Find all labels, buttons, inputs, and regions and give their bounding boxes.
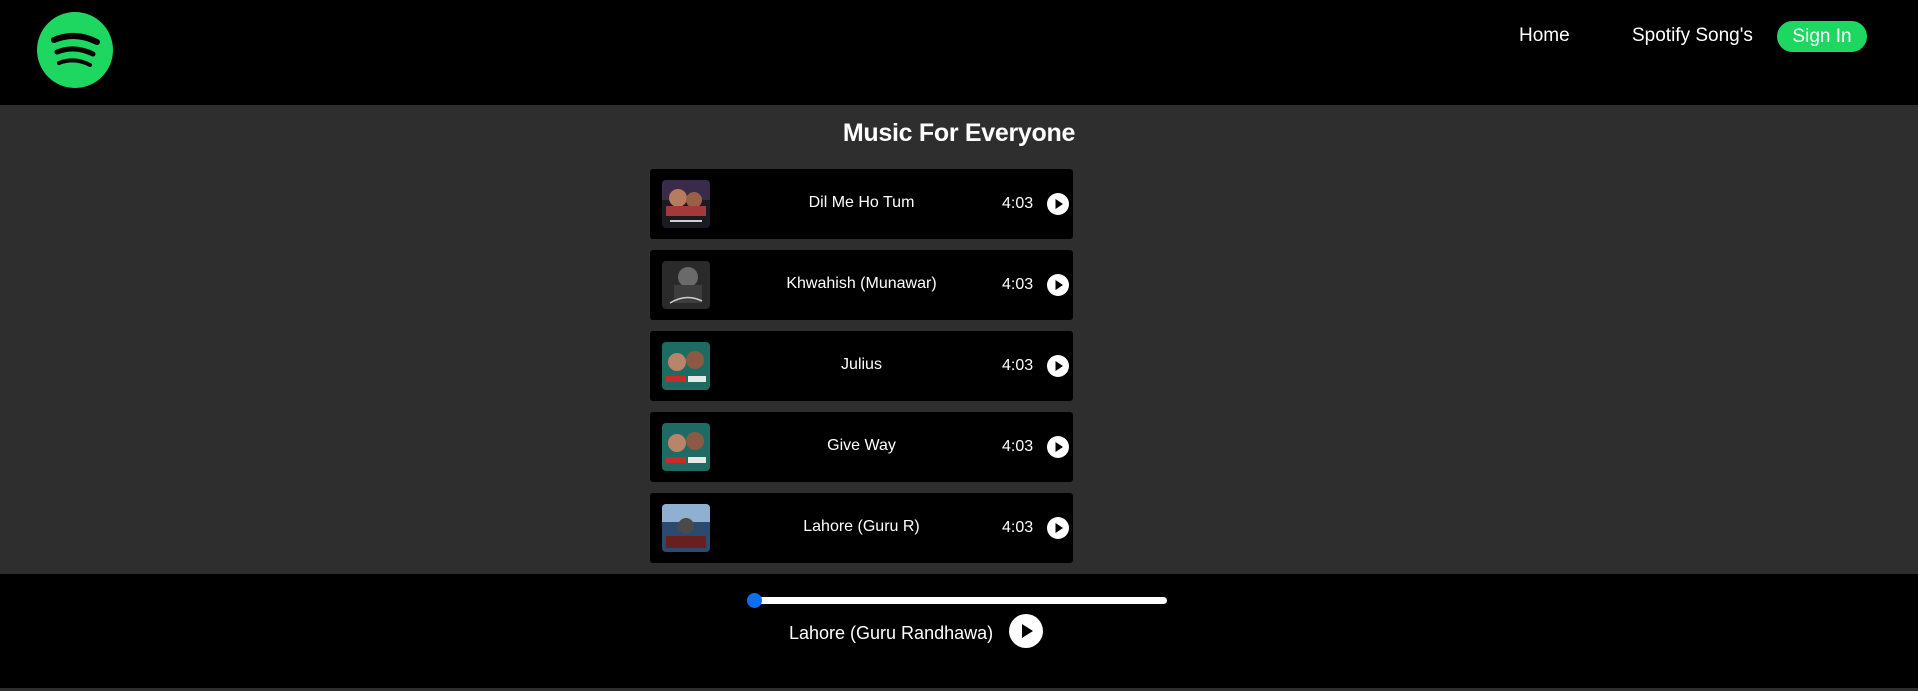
progress-slider[interactable] <box>747 593 1167 608</box>
song-item[interactable]: Give Way 4:03 <box>650 412 1073 482</box>
page-title: Music For Everyone <box>842 119 1076 147</box>
song-cover-image <box>662 423 710 471</box>
song-title: Dil Me Ho Tum <box>808 194 915 211</box>
nav-home-link[interactable]: Home <box>1519 24 1570 48</box>
spotify-logo-icon[interactable] <box>37 12 113 88</box>
main-content: Music For Everyone Dil Me Ho Tum 4:03 Kh… <box>0 105 1918 574</box>
song-list: Dil Me Ho Tum 4:03 Khwahish (Munawar) 4:… <box>650 169 1073 574</box>
play-circle-icon[interactable] <box>1047 274 1069 296</box>
song-duration: 4:03 <box>1002 519 1034 536</box>
song-cover-image <box>662 180 710 228</box>
player-bar: Lahore (Guru Randhawa) <box>0 574 1918 688</box>
song-cover-image <box>662 504 710 552</box>
song-title: Lahore (Guru R) <box>803 518 920 535</box>
song-duration: 4:03 <box>1002 438 1034 455</box>
song-title: Give Way <box>827 437 896 454</box>
song-cover-image <box>662 342 710 390</box>
sign-in-button[interactable]: Sign In <box>1777 21 1867 52</box>
song-duration: 4:03 <box>1002 195 1034 212</box>
nav-spotify-songs-link[interactable]: Spotify Song's <box>1632 24 1753 48</box>
navbar: Home Spotify Song's Sign In <box>0 0 1918 105</box>
song-item[interactable]: Lahore (Guru R) 4:03 <box>650 493 1073 563</box>
song-duration: 4:03 <box>1002 276 1034 293</box>
play-circle-icon[interactable] <box>1047 193 1069 215</box>
play-circle-icon[interactable] <box>1047 436 1069 458</box>
song-cover-image <box>662 261 710 309</box>
play-circle-icon[interactable] <box>1047 355 1069 377</box>
song-item[interactable]: Dil Me Ho Tum 4:03 <box>650 169 1073 239</box>
song-title: Khwahish (Munawar) <box>786 275 937 292</box>
progress-slider-thumb[interactable] <box>747 593 762 608</box>
song-title: Julius <box>841 356 882 373</box>
now-playing-title: Lahore (Guru Randhawa) <box>789 623 994 643</box>
play-circle-icon[interactable] <box>1047 517 1069 539</box>
song-item[interactable]: Julius 4:03 <box>650 331 1073 401</box>
song-item[interactable]: Khwahish (Munawar) 4:03 <box>650 250 1073 320</box>
song-duration: 4:03 <box>1002 357 1034 374</box>
play-circle-icon[interactable] <box>1009 614 1043 648</box>
